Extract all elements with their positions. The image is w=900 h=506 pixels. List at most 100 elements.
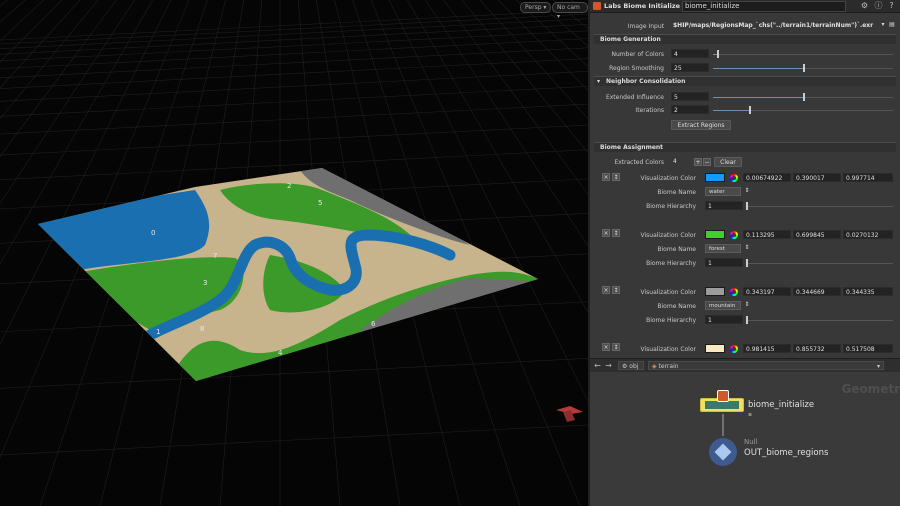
biome-name-label: Biome Name — [657, 246, 696, 253]
node-null-icon[interactable] — [709, 438, 737, 466]
node-badge-icon — [717, 390, 729, 402]
grid-line — [0, 424, 588, 456]
biome-hierarchy-field[interactable]: 1 — [705, 201, 743, 210]
color-r-field[interactable]: 0.00674922 — [743, 173, 791, 182]
color-swatch[interactable] — [705, 287, 725, 296]
help-icon[interactable]: ? — [887, 1, 896, 10]
extended-influence-label: Extended Influence — [605, 94, 664, 101]
image-input-field[interactable]: $HIP/maps/RegionsMap_`chs("../terrain1/t… — [671, 21, 877, 30]
chevron-down-icon[interactable]: ⇕ — [743, 244, 751, 252]
chevron-down-icon: ▾ — [541, 4, 547, 11]
neighbor-consolidation-header[interactable]: ▾ Neighbor Consolidation — [594, 76, 896, 86]
number-of-colors-field[interactable]: 4 — [671, 49, 709, 58]
biome-hierarchy-label: Biome Hierarchy — [646, 260, 696, 267]
camera-menu-button[interactable]: No cam ▾ — [552, 2, 588, 20]
biome-hierarchy-slider[interactable] — [746, 206, 893, 207]
grid-line — [0, 38, 588, 69]
chevron-down-icon[interactable]: ⇕ — [743, 301, 751, 309]
biome-hierarchy-slider[interactable] — [746, 263, 893, 264]
biome-name-dropdown[interactable]: forest — [705, 244, 741, 253]
color-b-field[interactable]: 0.517508 — [843, 344, 893, 353]
region-id-label: 5 — [318, 199, 322, 207]
add-entry-button[interactable]: + — [694, 158, 702, 166]
node1-name: biome_initialize — [748, 400, 815, 410]
scene-viewport[interactable]: 0 1 2 3 4 5 6 7 8 Persp ▾ No cam ▾ — [0, 0, 588, 506]
biome-hierarchy-slider-handle[interactable] — [746, 316, 748, 324]
color-r-field[interactable]: 0.113295 — [743, 230, 791, 239]
null-cross-icon — [714, 443, 732, 461]
region-id-label: 0 — [151, 229, 155, 237]
extended-influence-slider-handle[interactable] — [803, 93, 805, 101]
color-r-field[interactable]: 0.343197 — [743, 287, 791, 296]
perspective-label: Persp — [525, 4, 542, 11]
perspective-menu-button[interactable]: Persp ▾ — [520, 2, 552, 13]
viewport-canvas[interactable]: 0 1 2 3 4 5 6 7 8 — [0, 0, 588, 506]
visualization-color-label: Visualization Color — [640, 289, 696, 296]
region-id-label: 2 — [287, 182, 291, 190]
color-swatch[interactable] — [705, 173, 725, 182]
extracted-colors-label: Extracted Colors — [614, 159, 664, 166]
color-g-field[interactable]: 0.699845 — [793, 230, 841, 239]
extended-influence-field[interactable]: 5 — [671, 92, 709, 101]
color-g-field[interactable]: 0.344669 — [793, 287, 841, 296]
chevron-down-icon[interactable]: ⇕ — [743, 187, 751, 195]
region-id-label: 4 — [278, 349, 283, 357]
biome-hierarchy-field[interactable]: 1 — [705, 315, 743, 324]
number-of-colors-label: Number of Colors — [611, 51, 665, 58]
region-smoothing-field[interactable]: 25 — [671, 63, 709, 72]
grid-line — [0, 86, 588, 117]
iterations-slider-handle[interactable] — [749, 106, 751, 114]
chevron-down-icon: ▾ — [876, 363, 880, 370]
collapse-arrow-icon: ▾ — [597, 78, 601, 85]
region-id-label: 8 — [200, 325, 204, 333]
biome-hierarchy-slider-handle[interactable] — [746, 259, 748, 267]
clear-button[interactable]: Clear — [714, 157, 742, 167]
remove-entry-button[interactable]: − — [703, 158, 711, 166]
biome-name-dropdown[interactable]: water — [705, 187, 741, 196]
biome-assignment-header[interactable]: Biome Assignment — [594, 142, 896, 152]
color-b-field[interactable]: 0.0270132 — [843, 230, 893, 239]
forward-arrow-icon[interactable]: → — [604, 361, 613, 370]
gear-icon[interactable]: ⚙ — [860, 1, 869, 10]
color-wheel-icon[interactable] — [730, 231, 738, 239]
path-node-button[interactable]: ◈ terrain ▾ — [648, 361, 884, 370]
biome-hierarchy-label: Biome Hierarchy — [646, 317, 696, 324]
color-wheel-icon[interactable] — [730, 288, 738, 296]
node2-type: Null — [744, 438, 758, 446]
biome-name-dropdown[interactable]: mountain — [705, 301, 741, 310]
biome-generation-header[interactable]: Biome Generation — [594, 34, 896, 44]
color-swatch[interactable] — [705, 230, 725, 239]
biome-hierarchy-field[interactable]: 1 — [705, 258, 743, 267]
file-browse-icon[interactable]: ▤ — [888, 21, 896, 29]
camera-label: No cam — [557, 4, 580, 11]
parameter-list: Image Input $HIP/maps/RegionsMap_`chs(".… — [590, 13, 900, 358]
biome-hierarchy-slider-handle[interactable] — [746, 202, 748, 210]
network-editor[interactable]: Geometr biome_initialize ▪ Null OUT_biom… — [590, 372, 900, 506]
number-of-colors-slider-handle[interactable] — [717, 50, 719, 58]
color-g-field[interactable]: 0.390017 — [793, 173, 841, 182]
extracted-colors-field[interactable]: 4 — [671, 157, 691, 166]
info-icon[interactable]: ⓘ — [874, 1, 883, 10]
color-swatch[interactable] — [705, 344, 725, 353]
node-body-icon — [705, 401, 739, 409]
back-arrow-icon[interactable]: ← — [593, 361, 602, 370]
path-obj-button[interactable]: ⚙ obj — [618, 361, 644, 370]
region-id-label: 3 — [203, 279, 207, 287]
color-r-field[interactable]: 0.981415 — [743, 344, 791, 353]
biome-hierarchy-slider[interactable] — [746, 320, 893, 321]
region-smoothing-slider-handle[interactable] — [803, 64, 805, 72]
chevron-down-icon: ▾ — [557, 13, 561, 20]
region-id-label: 6 — [371, 320, 376, 328]
chevron-down-icon[interactable]: ▾ — [879, 21, 887, 29]
iterations-label: Iterations — [635, 107, 664, 114]
iterations-field[interactable]: 2 — [671, 105, 709, 114]
number-of-colors-slider[interactable] — [713, 54, 893, 55]
extract-regions-button[interactable]: Extract Regions — [671, 120, 731, 130]
color-b-field[interactable]: 0.344335 — [843, 287, 893, 296]
node-name-field[interactable]: biome_initialize — [682, 1, 846, 12]
node-biome-initialize[interactable] — [700, 390, 744, 412]
color-b-field[interactable]: 0.997714 — [843, 173, 893, 182]
color-wheel-icon[interactable] — [730, 345, 738, 353]
color-g-field[interactable]: 0.855732 — [793, 344, 841, 353]
color-wheel-icon[interactable] — [730, 174, 738, 182]
